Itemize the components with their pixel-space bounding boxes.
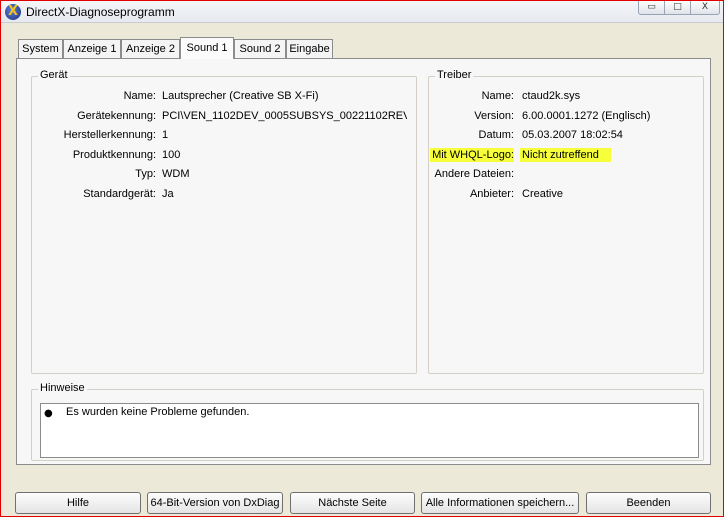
- tab-eingabe[interactable]: Eingabe: [286, 39, 333, 58]
- bullet-icon: ●: [44, 408, 53, 419]
- product-id-value: 100: [162, 149, 181, 161]
- device-name-value: Lautsprecher (Creative SB X-Fi): [162, 90, 319, 102]
- window-title: DirectX-Diagnoseprogramm: [26, 5, 175, 19]
- tab-anzeige-2[interactable]: Anzeige 2: [121, 39, 180, 58]
- driver-date-value: 05.03.2007 18:02:54: [522, 129, 623, 141]
- driver-group: Treiber Name: ctaud2k.sys Version: 6.00.…: [428, 69, 704, 374]
- device-name-label: Name:: [123, 90, 156, 102]
- driver-date-label: Datum:: [478, 129, 514, 141]
- type-value: WDM: [162, 168, 190, 180]
- x64-version-button[interactable]: 64-Bit-Version von DxDiag: [147, 492, 283, 514]
- driver-version-label: Version:: [474, 110, 514, 122]
- whql-logo-value: Nicht zutreffend: [520, 148, 611, 162]
- product-id-label: Produktkennung:: [72, 149, 156, 161]
- tab-sound-2[interactable]: Sound 2: [234, 39, 286, 58]
- device-id-label: Gerätekennung:: [77, 110, 156, 122]
- device-group-title: Gerät: [38, 69, 70, 81]
- tab-anzeige-1[interactable]: Anzeige 1: [63, 39, 121, 58]
- default-device-value: Ja: [162, 188, 174, 200]
- other-files-label: Andere Dateien:: [434, 168, 515, 180]
- vendor-id-label: Herstellerkennung:: [63, 129, 156, 141]
- whql-logo-label: Mit WHQL-Logo:: [430, 148, 514, 162]
- tab-sound-1[interactable]: Sound 1: [180, 37, 234, 59]
- provider-label: Anbieter:: [469, 188, 514, 200]
- notes-group: Hinweise ● Es wurden keine Probleme gefu…: [31, 382, 704, 461]
- device-id-value: PCI\VEN_1102DEV_0005SUBSYS_00221102REV_0…: [162, 110, 407, 122]
- driver-name-value: ctaud2k.sys: [522, 90, 581, 102]
- maximize-button[interactable]: □: [664, 1, 691, 15]
- save-all-info-button[interactable]: Alle Informationen speichern...: [421, 492, 579, 514]
- sound-1-panel: Gerät Name: Lautsprecher (Creative SB X-…: [16, 58, 711, 465]
- dxdiag-window: X DirectX-Diagnoseprogramm ▭ □ X System …: [0, 0, 724, 517]
- exit-button[interactable]: Beenden: [586, 492, 711, 514]
- driver-version-value: 6.00.0001.1272 (Englisch): [522, 110, 651, 122]
- notes-group-title: Hinweise: [38, 382, 87, 394]
- device-group: Gerät Name: Lautsprecher (Creative SB X-…: [31, 69, 417, 374]
- note-item: Es wurden keine Probleme gefunden.: [66, 406, 250, 418]
- notes-box[interactable]: ● Es wurden keine Probleme gefunden.: [40, 403, 699, 458]
- minimize-button[interactable]: ▭: [638, 1, 665, 15]
- next-page-button[interactable]: Nächste Seite: [290, 492, 415, 514]
- close-icon: X: [701, 2, 709, 12]
- minimize-icon: ▭: [647, 2, 656, 12]
- vendor-id-value: 1: [162, 129, 169, 141]
- default-device-label: Standardgerät:: [83, 188, 156, 200]
- driver-name-label: Name:: [481, 90, 514, 102]
- help-button[interactable]: Hilfe: [15, 492, 141, 514]
- title-bar[interactable]: X DirectX-Diagnoseprogramm ▭ □ X: [1, 1, 723, 23]
- provider-value: Creative: [522, 188, 563, 200]
- type-label: Typ:: [135, 168, 156, 180]
- directx-app-icon: X: [5, 4, 21, 20]
- close-button[interactable]: X: [690, 1, 720, 15]
- tab-system[interactable]: System: [18, 39, 63, 58]
- maximize-icon: □: [673, 2, 682, 12]
- driver-group-title: Treiber: [435, 69, 474, 81]
